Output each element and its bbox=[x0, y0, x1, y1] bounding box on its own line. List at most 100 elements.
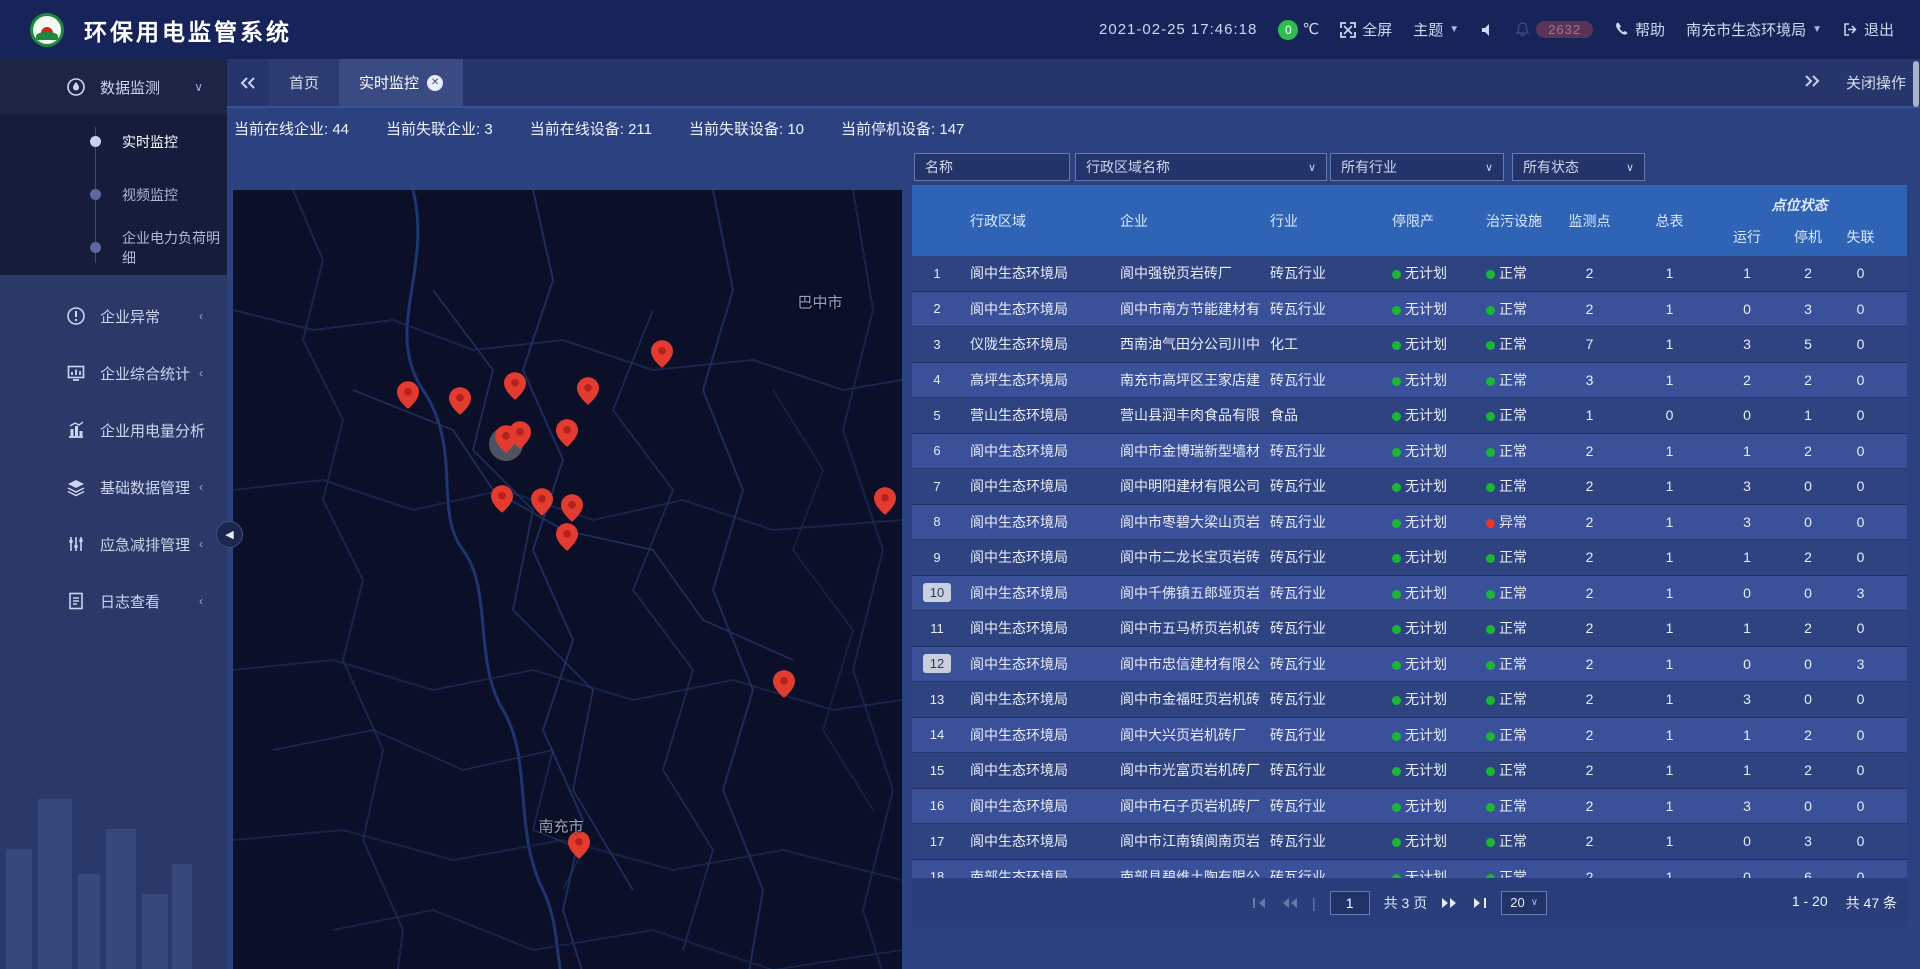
phone-icon bbox=[1614, 22, 1629, 37]
map-pin-8[interactable] bbox=[491, 485, 513, 513]
table-row[interactable]: 9阆中生态环境局阆中市二龙长宝页岩砖砖瓦行业无计划正常21120 bbox=[912, 540, 1907, 576]
table-row[interactable]: 12阆中生态环境局阆中市忠信建材有限公砖瓦行业无计划正常21003 bbox=[912, 647, 1907, 683]
map-pin-12[interactable] bbox=[874, 487, 896, 515]
first-page-button[interactable] bbox=[1252, 897, 1267, 909]
sidebar-subitem-0[interactable]: 实时监控 bbox=[0, 115, 227, 168]
page-number-input[interactable] bbox=[1330, 891, 1370, 915]
org-menu[interactable]: 南充市生态环境局▼ bbox=[1686, 19, 1822, 40]
double-chevron-left-icon bbox=[240, 77, 256, 89]
map-pin-2[interactable] bbox=[504, 372, 526, 400]
table-row[interactable]: 13阆中生态环境局阆中市金福旺页岩机砖砖瓦行业无计划正常21300 bbox=[912, 682, 1907, 718]
map-pin-10[interactable] bbox=[561, 494, 583, 522]
tabs-scroll-left-button[interactable] bbox=[227, 59, 269, 106]
next-page-button[interactable] bbox=[1441, 897, 1458, 909]
stat-value: 147 bbox=[939, 121, 964, 138]
sidebar-item-6[interactable]: 日志查看‹ bbox=[0, 574, 227, 628]
table-row[interactable]: 14阆中生态环境局阆中大兴页岩机砖厂砖瓦行业无计划正常21120 bbox=[912, 718, 1907, 754]
chevron-collapsed-icon: ‹ bbox=[199, 537, 203, 551]
cell-run: 1 bbox=[1712, 549, 1782, 565]
name-filter-input[interactable] bbox=[914, 153, 1070, 181]
cell-facility: 异常 bbox=[1478, 512, 1552, 532]
table-row[interactable]: 3仪陇生态环境局西南油气田分公司川中化工无计划正常71350 bbox=[912, 327, 1907, 363]
table-row[interactable]: 5营山生态环境局营山县润丰肉食品有限食品无计划正常10010 bbox=[912, 398, 1907, 434]
tab-realtime-monitor[interactable]: 实时监控 ✕ bbox=[339, 59, 463, 106]
table-row[interactable]: 6阆中生态环境局阆中市金博瑞新型墙材砖瓦行业无计划正常21120 bbox=[912, 434, 1907, 470]
tab-home[interactable]: 首页 bbox=[269, 59, 339, 106]
map-pin-3[interactable] bbox=[577, 377, 599, 405]
status-dot-icon bbox=[1486, 838, 1495, 847]
map-collapse-button[interactable]: ◀ bbox=[216, 521, 243, 548]
sidebar-subitem-1[interactable]: 视频监控 bbox=[0, 168, 227, 221]
sidebar-item-2[interactable]: 企业综合统计‹ bbox=[0, 346, 227, 400]
table-row[interactable]: 16阆中生态环境局阆中市石子页岩机砖厂砖瓦行业无计划正常21300 bbox=[912, 789, 1907, 825]
tabs-scroll-right-button[interactable] bbox=[1804, 74, 1820, 91]
prev-page-button[interactable] bbox=[1281, 897, 1298, 909]
cell-industry: 砖瓦行业 bbox=[1262, 689, 1384, 709]
table-row[interactable]: 7阆中生态环境局阆中明阳建材有限公司砖瓦行业无计划正常21300 bbox=[912, 469, 1907, 505]
map-pin-4[interactable] bbox=[651, 340, 673, 368]
table-row[interactable]: 18南部生态环境局南部县碧维土陶有限公砖瓦行业无计划正常21060 bbox=[912, 860, 1907, 879]
table-row[interactable]: 4高坪生态环境局南充市高坪区王家店建砖瓦行业无计划正常31220 bbox=[912, 363, 1907, 399]
sidebar-subitem-2[interactable]: 企业电力负荷明细 bbox=[0, 221, 227, 274]
notification-bell[interactable]: 2632 bbox=[1515, 21, 1593, 38]
sidebar-item-3[interactable]: 企业用电量分析‹ bbox=[0, 403, 227, 457]
cell-seq: 1 bbox=[912, 266, 962, 281]
theme-menu-button[interactable]: 主题▼ bbox=[1413, 19, 1459, 40]
cell-lost: 3 bbox=[1834, 656, 1887, 672]
chevron-collapsed-icon: ‹ bbox=[199, 480, 203, 494]
log-icon bbox=[66, 591, 86, 611]
table-row[interactable]: 17阆中生态环境局阆中市江南镇阆南页岩砖瓦行业无计划正常21030 bbox=[912, 824, 1907, 860]
sidebar: 数据监测∨实时监控视频监控企业电力负荷明细企业异常‹企业综合统计‹企业用电量分析… bbox=[0, 59, 227, 969]
announcement-button[interactable] bbox=[1480, 23, 1494, 37]
close-operations-menu[interactable]: 关闭操作 bbox=[1846, 72, 1906, 93]
map-panel[interactable]: 巴中市南充市遂宁市 bbox=[233, 190, 902, 969]
status-filter-select[interactable]: 所有状态 ∨ bbox=[1512, 153, 1645, 181]
cell-lost: 0 bbox=[1834, 620, 1887, 636]
cell-industry: 食品 bbox=[1262, 405, 1384, 425]
cell-region: 阆中生态环境局 bbox=[962, 512, 1112, 532]
table-row[interactable]: 1阆中生态环境局阆中强锐页岩砖厂砖瓦行业无计划正常21120 bbox=[912, 256, 1907, 292]
page-size-select[interactable]: 20 ∨ bbox=[1501, 891, 1547, 915]
map-pin-9[interactable] bbox=[531, 488, 553, 516]
table-row[interactable]: 11阆中生态环境局阆中市五马桥页岩机砖砖瓦行业无计划正常21120 bbox=[912, 611, 1907, 647]
cell-industry: 砖瓦行业 bbox=[1262, 547, 1384, 567]
map-pin-6[interactable] bbox=[509, 421, 531, 449]
status-dot-icon bbox=[1486, 306, 1495, 315]
cell-seq: 12 bbox=[912, 654, 962, 673]
sidebar-item-0[interactable]: 数据监测∨ bbox=[0, 60, 227, 114]
table-row[interactable]: 15阆中生态环境局阆中市光富页岩机砖厂砖瓦行业无计划正常21120 bbox=[912, 753, 1907, 789]
content-area: 当前在线企业: 44当前失联企业: 3当前在线设备: 211当前失联设备: 10… bbox=[227, 110, 1920, 969]
table-row[interactable]: 10阆中生态环境局阆中千佛镇五郎垭页岩砖瓦行业无计划正常21003 bbox=[912, 576, 1907, 612]
cell-facility: 正常 bbox=[1478, 334, 1552, 354]
map-pin-13[interactable] bbox=[773, 670, 795, 698]
fullscreen-button[interactable]: 全屏 bbox=[1340, 19, 1392, 40]
map-pin-7[interactable] bbox=[556, 419, 578, 447]
chevron-collapsed-icon: ‹ bbox=[199, 423, 203, 437]
map-pin-0[interactable] bbox=[397, 381, 419, 409]
cell-total: 1 bbox=[1627, 443, 1712, 459]
industry-filter-select[interactable]: 所有行业 ∨ bbox=[1330, 153, 1504, 181]
region-filter-select[interactable]: 行政区域名称 ∨ bbox=[1075, 153, 1327, 181]
logout-button[interactable]: 退出 bbox=[1843, 19, 1894, 40]
selected-seq-badge: 10 bbox=[923, 583, 951, 602]
table-row[interactable]: 8阆中生态环境局阆中市枣碧大梁山页岩砖瓦行业无计划异常21300 bbox=[912, 505, 1907, 541]
cell-monitor: 2 bbox=[1552, 727, 1627, 743]
help-button[interactable]: 帮助 bbox=[1614, 19, 1665, 40]
last-page-button[interactable] bbox=[1472, 897, 1487, 909]
cell-production: 无计划 bbox=[1384, 441, 1478, 461]
sidebar-item-5[interactable]: 应急减排管理‹ bbox=[0, 517, 227, 571]
page-scrollbar-thumb[interactable] bbox=[1913, 61, 1919, 107]
cell-company: 阆中市二龙长宝页岩砖 bbox=[1112, 547, 1262, 567]
stat-label: 当前失联设备: bbox=[689, 121, 787, 138]
chart-icon bbox=[66, 420, 86, 440]
cell-run: 3 bbox=[1712, 691, 1782, 707]
cell-region: 阆中生态环境局 bbox=[962, 441, 1112, 461]
cell-run: 1 bbox=[1712, 620, 1782, 636]
table-row[interactable]: 2阆中生态环境局阆中市南方节能建材有砖瓦行业无计划正常21030 bbox=[912, 292, 1907, 328]
sidebar-item-4[interactable]: 基础数据管理‹ bbox=[0, 460, 227, 514]
tab-close-icon[interactable]: ✕ bbox=[427, 75, 443, 91]
sidebar-item-1[interactable]: 企业异常‹ bbox=[0, 289, 227, 343]
cell-stop: 0 bbox=[1782, 691, 1834, 707]
map-pin-11[interactable] bbox=[556, 523, 578, 551]
map-pin-1[interactable] bbox=[449, 387, 471, 415]
